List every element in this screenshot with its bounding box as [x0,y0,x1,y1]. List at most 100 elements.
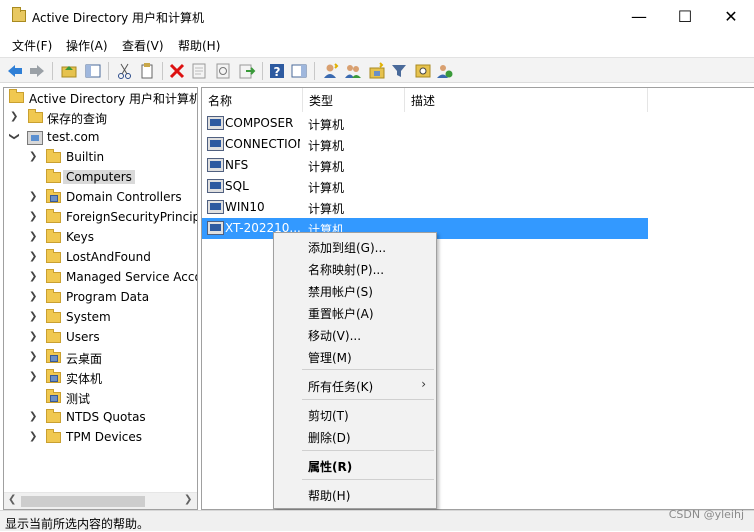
chevron-right-icon[interactable]: ❯ [29,371,37,382]
chevron-down-icon[interactable]: ❯ [9,132,20,140]
new-group-icon[interactable] [344,62,362,80]
tree-item-domain[interactable]: ❯ test.com [4,128,197,148]
copy-icon[interactable] [138,62,156,80]
tree-item-ntds-quotas[interactable]: ❯ NTDS Quotas [4,408,197,428]
tree-item-saved-queries[interactable]: ❯ 保存的查询 [4,108,197,128]
chevron-right-icon[interactable]: ❯ [10,111,18,122]
back-arrow-icon[interactable] [6,62,24,80]
tree-item-root[interactable]: Active Directory 用户和计算机 [4,88,197,108]
chevron-right-icon[interactable]: ❯ [29,411,37,422]
chevron-right-icon[interactable]: ❯ [29,291,37,302]
chevron-right-icon[interactable]: ❯ [29,311,37,322]
chevron-right-icon[interactable]: ❯ [29,351,37,362]
menu-item-reset-account[interactable]: 重置帐户(A) [308,305,374,322]
chevron-right-icon[interactable]: ❯ [29,211,37,222]
menu-item-name-mappings[interactable]: 名称映射(P)... [308,261,384,278]
refresh-icon[interactable] [214,62,232,80]
add-to-group-icon[interactable] [436,62,454,80]
computer-icon [207,116,224,130]
up-folder-icon[interactable] [60,62,78,80]
list-item[interactable]: SQL 计算机 [202,176,648,197]
scrollbar-thumb[interactable] [21,496,145,507]
svg-text:?: ? [274,65,281,79]
filter-icon[interactable] [390,62,408,80]
menu-view[interactable]: 查看(V) [122,37,164,54]
menu-bar: 文件(F) 操作(A) 查看(V) 帮助(H) [0,34,754,56]
computer-icon [207,158,224,172]
forward-arrow-icon[interactable] [28,62,46,80]
new-ou-icon[interactable] [368,62,386,80]
computer-name: WIN10 [225,200,265,214]
column-header-description[interactable]: 描述 [405,88,648,112]
chevron-right-icon[interactable]: ❯ [29,431,37,442]
tree-item-foreign-security-principals[interactable]: ❯ ForeignSecurityPrincipals [4,208,197,228]
console-tree-pane: Active Directory 用户和计算机 ❯ 保存的查询 ❯ test.c… [3,87,198,510]
tree-horizontal-scrollbar[interactable]: ❮ ❯ [4,492,197,509]
list-item[interactable]: NFS 计算机 [202,155,648,176]
show-hide-action-pane-icon[interactable] [290,62,308,80]
menu-item-move[interactable]: 移动(V)... [308,327,361,344]
scroll-right-icon[interactable]: ❯ [184,494,192,505]
chevron-right-icon[interactable]: ❯ [29,151,37,162]
menu-separator [302,479,434,480]
menu-item-properties[interactable]: 属性(R) [308,458,352,475]
computer-type: 计算机 [308,202,345,216]
tree-item-users[interactable]: ❯ Users [4,328,197,348]
menu-item-help[interactable]: 帮助(H) [308,487,350,504]
help-icon[interactable]: ? [268,62,286,80]
tree-item-cloud-desktop[interactable]: ❯ 云桌面 [4,348,197,368]
menu-file[interactable]: 文件(F) [12,37,52,54]
menu-item-add-to-group[interactable]: 添加到组(G)... [308,239,386,256]
tree-item-tpm-devices[interactable]: ❯ TPM Devices [4,428,197,448]
column-header-type[interactable]: 类型 [303,88,405,112]
tree-item-test[interactable]: 测试 [4,388,197,408]
column-header-name[interactable]: 名称 [202,88,303,112]
chevron-right-icon[interactable]: ❯ [29,271,37,282]
tree-item-managed-service-accounts[interactable]: ❯ Managed Service Accounts [4,268,197,288]
menu-action[interactable]: 操作(A) [66,37,108,54]
tree-item-program-data[interactable]: ❯ Program Data [4,288,197,308]
ou-folder-icon [46,349,61,363]
computer-type: 计算机 [308,139,345,153]
menu-item-delete[interactable]: 删除(D) [308,429,351,446]
folder-icon [46,269,61,283]
folder-icon [46,249,61,263]
chevron-right-icon[interactable]: ❯ [29,191,37,202]
maximize-button[interactable]: ☐ [662,0,708,34]
find-icon[interactable] [414,62,432,80]
tree-item-builtin[interactable]: ❯ Builtin [4,148,197,168]
tree-item-label: test.com [47,130,100,144]
close-button[interactable]: ✕ [708,0,754,34]
minimize-button[interactable]: — [616,0,662,34]
tree-item-domain-controllers[interactable]: ❯ Domain Controllers [4,188,197,208]
new-user-icon[interactable] [322,62,340,80]
toolbar: ? [0,57,754,83]
tree-item-lost-and-found[interactable]: ❯ LostAndFound [4,248,197,268]
tree-item-keys[interactable]: ❯ Keys [4,228,197,248]
properties-icon[interactable] [190,62,208,80]
chevron-right-icon[interactable]: ❯ [29,331,37,342]
ou-folder-icon [46,389,61,403]
computer-name: CONNECTION-SERVER [225,137,300,151]
menu-item-disable-account[interactable]: 禁用帐户(S) [308,283,373,300]
menu-item-manage[interactable]: 管理(M) [308,349,352,366]
tree-item-system[interactable]: ❯ System [4,308,197,328]
chevron-right-icon[interactable]: ❯ [29,251,37,262]
tree-item-label: System [66,310,111,324]
export-list-icon[interactable] [238,62,256,80]
chevron-right-icon[interactable]: ❯ [29,231,37,242]
list-item[interactable]: CONNECTION-SERVER 计算机 [202,134,648,155]
menu-help[interactable]: 帮助(H) [178,37,220,54]
cut-icon[interactable] [116,62,134,80]
tree-item-computers[interactable]: Computers [4,168,197,188]
delete-icon[interactable] [168,62,186,80]
console-tree-icon[interactable] [84,62,102,80]
menu-separator [302,399,434,400]
menu-item-all-tasks[interactable]: 所有任务(K) [308,378,373,395]
list-item[interactable]: COMPOSER 计算机 [202,113,648,134]
folder-icon [46,429,61,443]
menu-item-cut[interactable]: 剪切(T) [308,407,349,424]
scroll-left-icon[interactable]: ❮ [8,494,16,505]
tree-item-physical-machine[interactable]: ❯ 实体机 [4,368,197,388]
list-item[interactable]: WIN10 计算机 [202,197,648,218]
